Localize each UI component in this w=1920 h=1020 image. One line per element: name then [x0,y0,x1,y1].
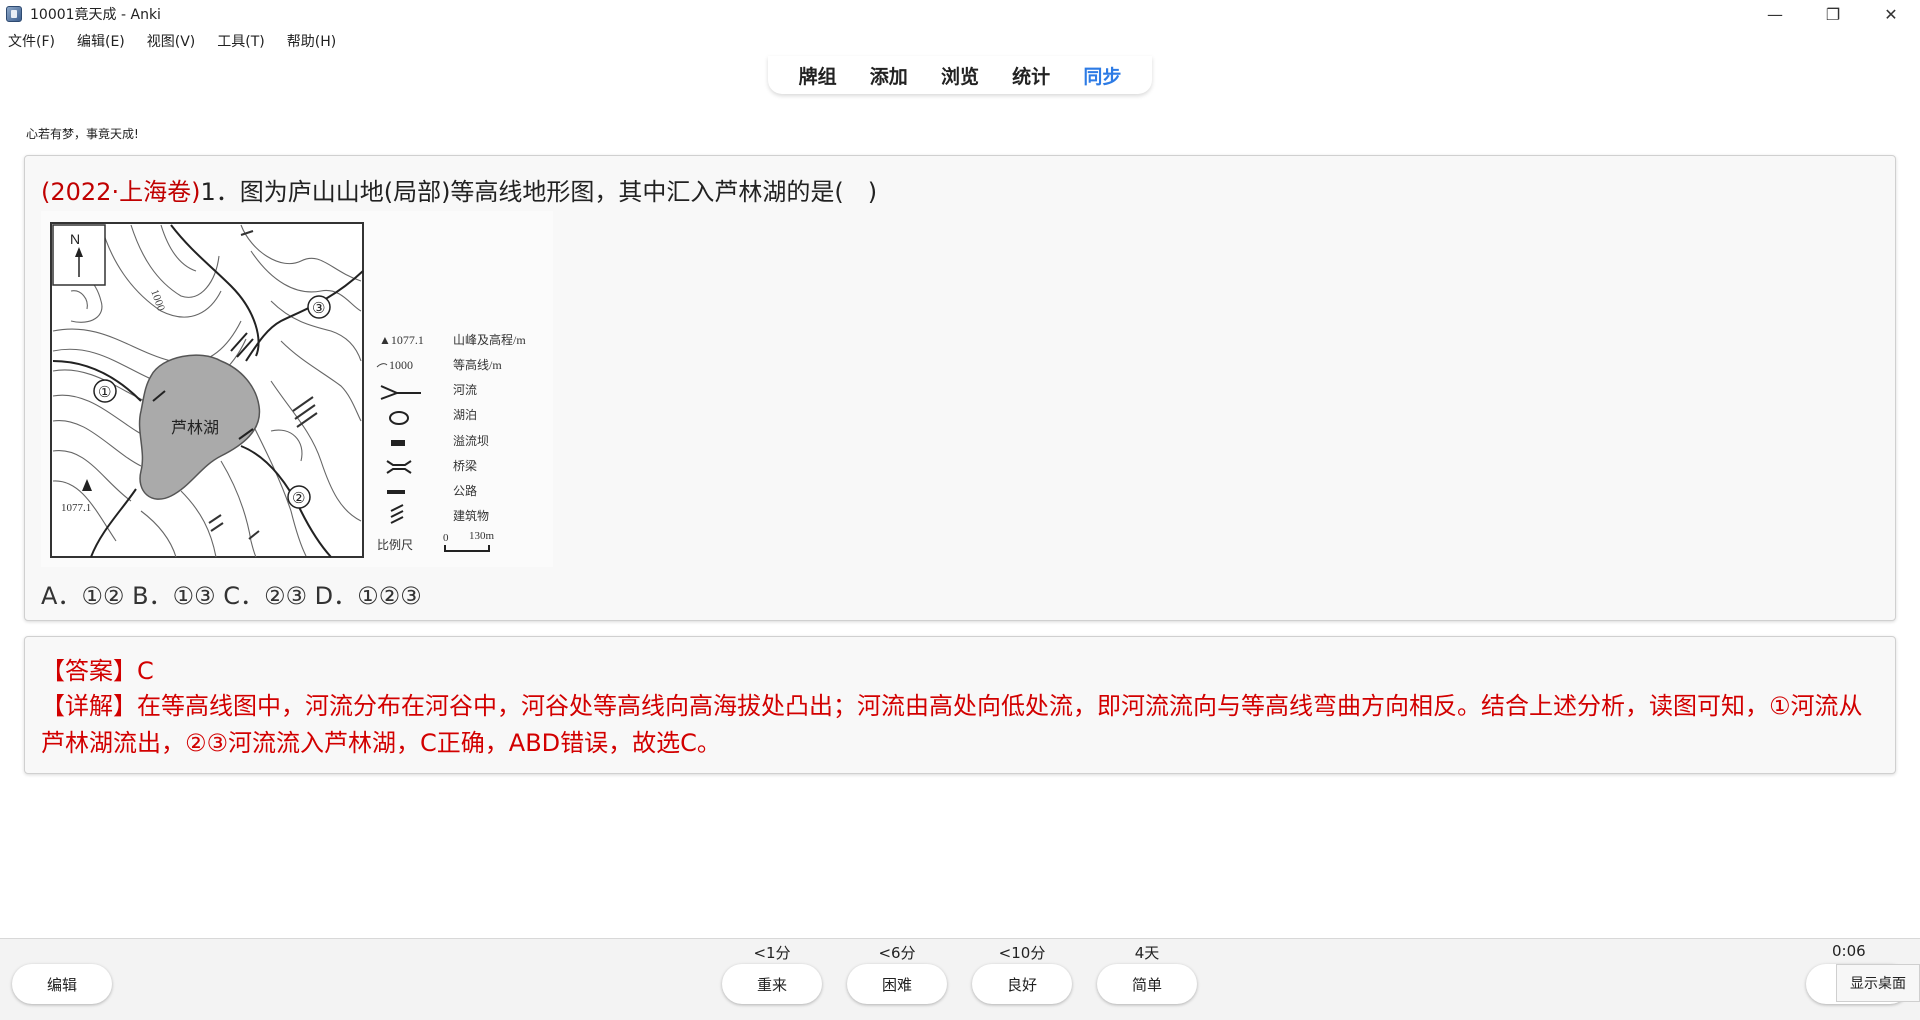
interval-again: <1分 [753,944,791,962]
answer-card: 【答案】C 【详解】在等高线图中，河流分布在河谷中，河谷处等高线向高海拔处凸出；… [24,636,1896,774]
legend-symbol-peak: ▲1077.1 [379,333,424,347]
legend-text-peak: 山峰及高程/m [453,332,526,347]
close-button[interactable]: ✕ [1862,0,1920,28]
hard-button[interactable]: 困难 [847,964,947,1004]
north-label: N [70,231,80,247]
main-toolbar: 牌组 添加 浏览 统计 同步 [768,56,1152,94]
easy-button-label: 简单 [1131,975,1162,994]
toolbar-add[interactable]: 添加 [870,62,908,89]
title-bar: 10001竟天成 - Anki — ❐ ✕ [0,0,1920,28]
toolbar-stats[interactable]: 统计 [1012,62,1050,89]
legend-text-lake: 湖泊 [453,407,477,422]
answer-choices: A．①② B．①③ C．②③ D．①②③ [41,582,422,610]
menu-edit[interactable]: 编辑(E) [75,29,127,53]
interval-easy: 4天 [1134,944,1160,962]
hard-button-label: 困难 [881,975,912,994]
contour-map-image: 芦林湖 N 1000 1077.1 ① ② ③ ▲1077.1 山峰及高程/m … [41,211,553,567]
show-desktop-tooltip: 显示桌面 [1836,964,1920,1002]
legend-text-contour: 等高线/m [453,357,502,372]
scale-label: 比例尺 [377,538,413,552]
scale-end: 130m [469,530,495,542]
good-button[interactable]: 良好 [972,964,1072,1004]
legend-text-river: 河流 [453,383,477,397]
legend-symbol-contour: 1000 [389,358,413,372]
anki-app-icon [6,6,22,22]
marker-3: ③ [312,299,325,317]
edit-button[interactable]: 编辑 [12,964,112,1004]
review-bottom-bar [0,938,1920,1020]
scale-zero: 0 [443,532,449,544]
question-card: (2022·上海卷)1．图为庐山山地(局部)等高线地形图，其中汇入芦林湖的是( … [24,155,1896,621]
question-text: 1．图为庐山山地(局部)等高线地形图，其中汇入芦林湖的是( ) [200,178,878,206]
legend-text-road: 公路 [453,483,477,498]
interval-good: <10分 [998,944,1046,962]
marker-1: ① [98,383,111,401]
explanation-text: 【详解】在等高线图中，河流分布在河谷中，河谷处等高线向高海拔处凸出；河流由高处向… [41,692,1863,757]
easy-button[interactable]: 简单 [1097,964,1197,1004]
card-motto: 心若有梦，事竟天成! [26,127,139,141]
toolbar-browse[interactable]: 浏览 [941,62,979,89]
again-button[interactable]: 重来 [722,964,822,1004]
minimize-icon: — [1767,4,1783,24]
answer-line: 【答案】C [41,657,154,685]
legend-text-bridge: 桥梁 [453,458,477,473]
contour-map-svg: 芦林湖 N 1000 1077.1 ① ② ③ ▲1077.1 山峰及高程/m … [41,211,553,567]
review-timer: 0:06 [1832,942,1866,960]
legend-text-building: 建筑物 [453,508,489,523]
window-controls: — ❐ ✕ [1746,0,1920,28]
restore-button[interactable]: ❐ [1804,0,1862,28]
good-button-label: 良好 [1006,975,1037,994]
close-icon: ✕ [1884,4,1898,24]
window-title: 10001竟天成 - Anki [30,7,161,23]
interval-hard: <6分 [878,944,916,962]
again-button-label: 重来 [756,975,787,994]
marker-2: ② [292,489,305,507]
question-line: (2022·上海卷)1．图为庐山山地(局部)等高线地形图，其中汇入芦林湖的是( … [41,172,877,207]
question-source: (2022·上海卷) [41,178,201,206]
toolbar-sync[interactable]: 同步 [1083,62,1121,89]
peak-label: 1077.1 [61,502,91,514]
edit-button-label: 编辑 [46,975,77,994]
menu-file[interactable]: 文件(F) [6,29,57,53]
minimize-button[interactable]: — [1746,0,1804,28]
menu-help[interactable]: 帮助(H) [285,29,338,53]
toolbar-decks[interactable]: 牌组 [799,62,837,89]
menu-view[interactable]: 视图(V) [145,29,198,53]
menu-tools[interactable]: 工具(T) [215,29,266,53]
lake-label: 芦林湖 [171,419,219,437]
restore-icon: ❐ [1825,4,1841,24]
legend-text-dam: 溢流坝 [453,434,489,448]
menu-bar: 文件(F) 编辑(E) 视图(V) 工具(T) 帮助(H) [0,29,356,53]
